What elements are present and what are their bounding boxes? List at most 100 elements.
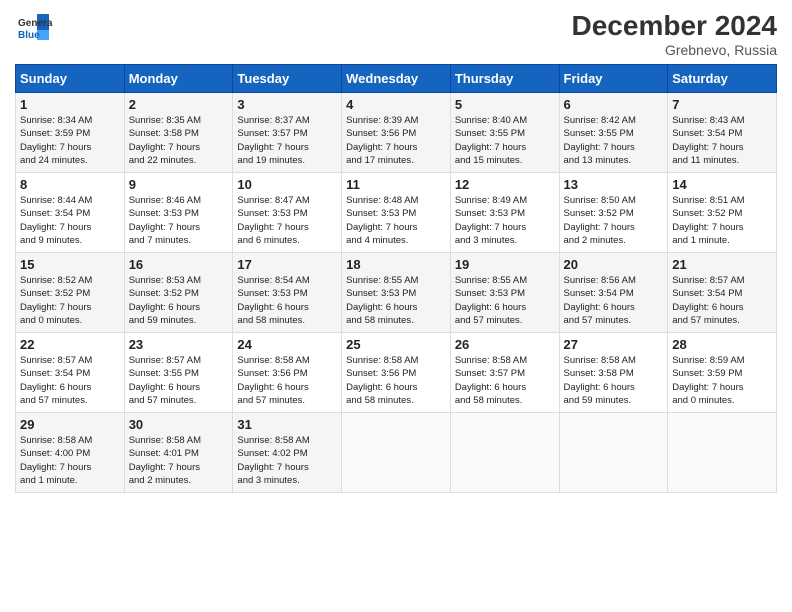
info-line: Sunrise: 8:35 AM	[129, 114, 229, 127]
calendar-cell: 7Sunrise: 8:43 AMSunset: 3:54 PMDaylight…	[668, 93, 777, 173]
info-line: Daylight: 7 hours	[346, 141, 446, 154]
calendar-cell: 23 Sunrise: 8:57 AMSunset: 3:55 PMDayligh…	[124, 333, 233, 413]
day-number: 4	[346, 97, 446, 112]
info-line: Daylight: 7 hours	[672, 141, 772, 154]
info-line: Daylight: 6 hours	[346, 301, 446, 314]
info-line: Sunset: 3:55 PM	[129, 367, 229, 380]
calendar-cell: 24Sunrise: 8:58 AMSunset: 3:56 PMDayligh…	[233, 333, 342, 413]
info-line: Daylight: 6 hours	[346, 381, 446, 394]
info-line: Daylight: 7 hours	[237, 141, 337, 154]
logo-svg: General Blue	[15, 10, 53, 48]
day-number: 10	[237, 177, 337, 192]
day-number: 8	[20, 177, 120, 192]
month-title: December 2024	[572, 10, 777, 42]
header-row: Sunday Monday Tuesday Wednesday Thursday…	[16, 65, 777, 93]
info-line: Daylight: 7 hours	[237, 221, 337, 234]
day-number: 15	[20, 257, 120, 272]
day-info: Sunrise: 8:52 AMSunset: 3:52 PMDaylight:…	[20, 274, 120, 327]
col-tuesday: Tuesday	[233, 65, 342, 93]
info-line: Daylight: 7 hours	[346, 221, 446, 234]
info-line: Daylight: 6 hours	[564, 301, 664, 314]
day-info: Sunrise: 8:57 AMSunset: 3:54 PMDaylight:…	[672, 274, 772, 327]
info-line: Sunset: 3:53 PM	[346, 287, 446, 300]
day-number: 20	[564, 257, 664, 272]
title-section: December 2024 Grebnevo, Russia	[572, 10, 777, 58]
day-info: Sunrise: 8:39 AMSunset: 3:56 PMDaylight:…	[346, 114, 446, 167]
info-line: Sunset: 3:54 PM	[20, 367, 120, 380]
day-info: Sunrise: 8:58 AMSunset: 3:57 PMDaylight:…	[455, 354, 555, 407]
info-line: and 3 minutes.	[237, 474, 337, 487]
info-line: Sunset: 3:52 PM	[129, 287, 229, 300]
info-line: and 57 minutes.	[20, 394, 120, 407]
info-line: and 22 minutes.	[129, 154, 229, 167]
day-info: Sunrise: 8:58 AMSunset: 4:00 PMDaylight:…	[20, 434, 120, 487]
info-line: Sunset: 3:57 PM	[237, 127, 337, 140]
info-line: Sunset: 3:56 PM	[346, 367, 446, 380]
info-line: Sunrise: 8:44 AM	[20, 194, 120, 207]
info-line: Sunset: 3:58 PM	[129, 127, 229, 140]
info-line: Sunset: 3:54 PM	[564, 287, 664, 300]
day-number: 30	[129, 417, 229, 432]
calendar-cell: 11Sunrise: 8:48 AMSunset: 3:53 PMDayligh…	[342, 173, 451, 253]
info-line: Daylight: 7 hours	[20, 221, 120, 234]
info-line: and 2 minutes.	[129, 474, 229, 487]
calendar-week-3: 22Sunrise: 8:57 AMSunset: 3:54 PMDayligh…	[16, 333, 777, 413]
day-info: Sunrise: 8:35 AMSunset: 3:58 PMDaylight:…	[129, 114, 229, 167]
info-line: Sunset: 3:55 PM	[564, 127, 664, 140]
day-number: 21	[672, 257, 772, 272]
calendar-cell: 13Sunrise: 8:50 AMSunset: 3:52 PMDayligh…	[559, 173, 668, 253]
info-line: Sunrise: 8:58 AM	[455, 354, 555, 367]
day-info: Sunrise: 8:46 AMSunset: 3:53 PMDaylight:…	[129, 194, 229, 247]
col-friday: Friday	[559, 65, 668, 93]
info-line: Daylight: 7 hours	[455, 221, 555, 234]
info-line: Sunrise: 8:54 AM	[237, 274, 337, 287]
calendar-cell: 2Sunrise: 8:35 AMSunset: 3:58 PMDaylight…	[124, 93, 233, 173]
calendar-cell: 21 Sunrise: 8:57 AMSunset: 3:54 PMDayligh…	[668, 253, 777, 333]
info-line: Sunset: 3:58 PM	[564, 367, 664, 380]
info-line: Sunset: 3:52 PM	[672, 207, 772, 220]
calendar-cell: 22Sunrise: 8:57 AMSunset: 3:54 PMDayligh…	[16, 333, 125, 413]
calendar-cell: 15 Sunrise: 8:52 AMSunset: 3:52 PMDayligh…	[16, 253, 125, 333]
info-line: Sunrise: 8:57 AM	[129, 354, 229, 367]
day-number: 7	[672, 97, 772, 112]
day-info: Sunrise: 8:58 AMSunset: 3:58 PMDaylight:…	[564, 354, 664, 407]
info-line: Daylight: 7 hours	[237, 461, 337, 474]
info-line: Sunrise: 8:52 AM	[20, 274, 120, 287]
info-line: Daylight: 7 hours	[129, 141, 229, 154]
svg-text:Blue: Blue	[18, 30, 40, 41]
info-line: Sunrise: 8:43 AM	[672, 114, 772, 127]
day-number: 23	[129, 337, 229, 352]
info-line: Daylight: 7 hours	[672, 381, 772, 394]
day-info: Sunrise: 8:57 AMSunset: 3:55 PMDaylight:…	[129, 354, 229, 407]
day-number: 26	[455, 337, 555, 352]
info-line: Sunset: 3:53 PM	[237, 287, 337, 300]
info-line: Sunset: 3:59 PM	[20, 127, 120, 140]
info-line: Daylight: 7 hours	[20, 461, 120, 474]
calendar-cell: 25Sunrise: 8:58 AMSunset: 3:56 PMDayligh…	[342, 333, 451, 413]
info-line: Sunrise: 8:58 AM	[346, 354, 446, 367]
info-line: Daylight: 6 hours	[455, 301, 555, 314]
calendar-cell: 8 Sunrise: 8:44 AMSunset: 3:54 PMDaylight…	[16, 173, 125, 253]
info-line: Sunrise: 8:58 AM	[237, 354, 337, 367]
calendar-cell: 27Sunrise: 8:58 AMSunset: 3:58 PMDayligh…	[559, 333, 668, 413]
info-line: Sunset: 3:53 PM	[237, 207, 337, 220]
info-line: Daylight: 6 hours	[129, 301, 229, 314]
day-number: 16	[129, 257, 229, 272]
info-line: Daylight: 6 hours	[455, 381, 555, 394]
day-info: Sunrise: 8:49 AMSunset: 3:53 PMDaylight:…	[455, 194, 555, 247]
info-line: Sunrise: 8:42 AM	[564, 114, 664, 127]
info-line: Sunset: 3:53 PM	[129, 207, 229, 220]
calendar-table: Sunday Monday Tuesday Wednesday Thursday…	[15, 64, 777, 493]
calendar-cell: 17Sunrise: 8:54 AMSunset: 3:53 PMDayligh…	[233, 253, 342, 333]
info-line: Sunrise: 8:58 AM	[129, 434, 229, 447]
info-line: and 11 minutes.	[672, 154, 772, 167]
location-subtitle: Grebnevo, Russia	[572, 42, 777, 58]
day-info: Sunrise: 8:57 AMSunset: 3:54 PMDaylight:…	[20, 354, 120, 407]
day-number: 19	[455, 257, 555, 272]
calendar-container: General Blue December 2024 Grebnevo, Rus…	[0, 0, 792, 612]
info-line: and 59 minutes.	[129, 314, 229, 327]
day-number: 17	[237, 257, 337, 272]
day-info: Sunrise: 8:58 AMSunset: 4:02 PMDaylight:…	[237, 434, 337, 487]
info-line: Sunset: 3:54 PM	[20, 207, 120, 220]
day-info: Sunrise: 8:48 AMSunset: 3:53 PMDaylight:…	[346, 194, 446, 247]
